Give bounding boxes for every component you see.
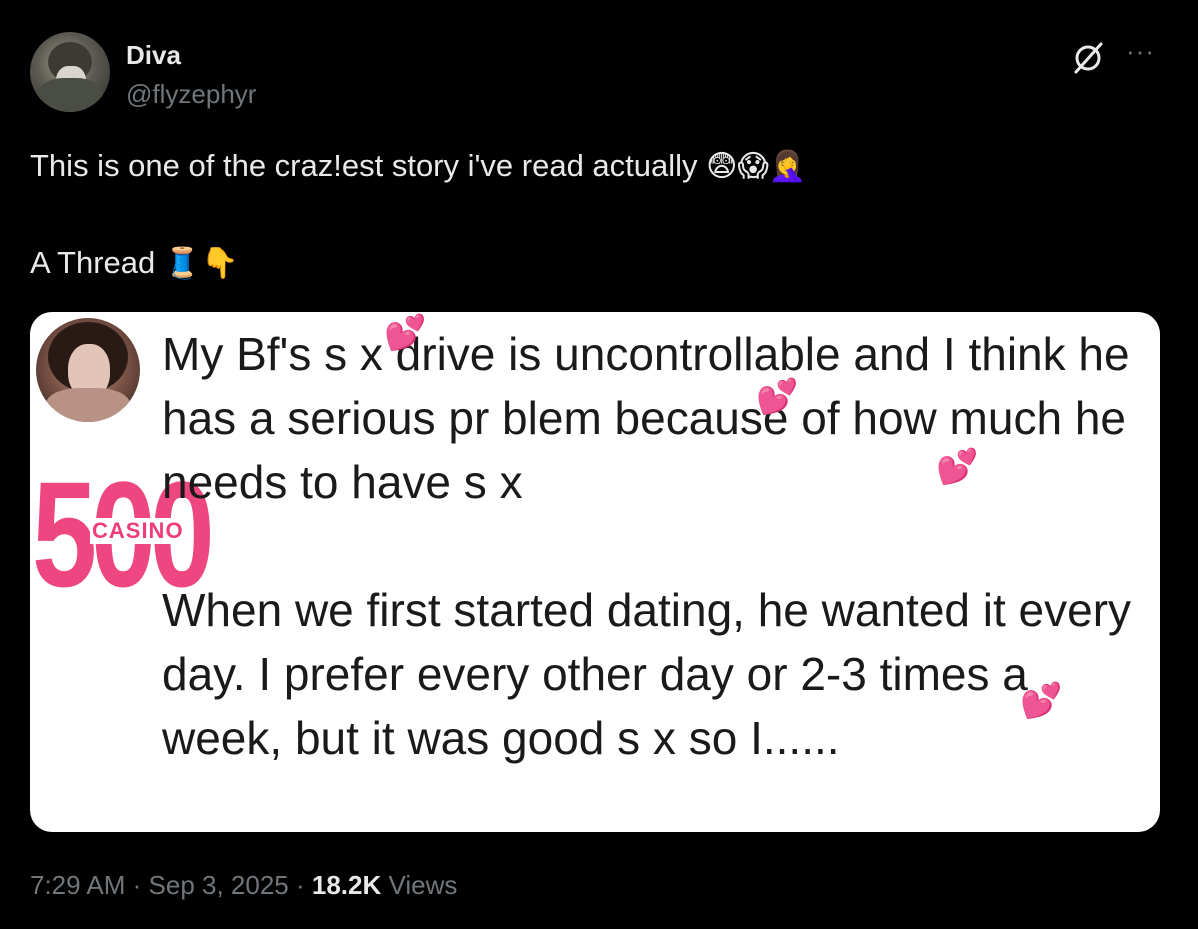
story-paragraph-1: My Bf's s x drive is uncontrollable and … — [162, 328, 1130, 508]
views-label: Views — [381, 870, 458, 900]
meta-separator: · — [288, 870, 312, 900]
heart-sticker-icon: 💕 — [756, 377, 799, 417]
views-count[interactable]: 18.2K — [312, 870, 381, 900]
story-author-avatar — [36, 318, 140, 422]
tweet-text-line2: A Thread — [30, 245, 156, 280]
post-time[interactable]: 7:29 AM — [30, 870, 125, 900]
tweet-line-1: This is one of the craz!est story i've r… — [30, 142, 1160, 191]
heart-sticker-icon: 💕 — [1020, 681, 1063, 721]
grok-icon[interactable] — [1070, 40, 1106, 76]
tweet-emojis-line1: 😨😱🤦‍♀️ — [706, 149, 807, 184]
tweet-line-2: A Thread 🧵👇 — [30, 239, 1160, 288]
more-options-icon[interactable]: ··· — [1126, 36, 1155, 67]
tweet-meta: 7:29 AM · Sep 3, 2025 · 18.2K Views — [30, 870, 457, 901]
author-name[interactable]: Diva — [126, 40, 181, 71]
story-paragraph-2: When we first started dating, he wanted … — [162, 584, 1132, 764]
author-handle[interactable]: @flyzephyr — [126, 79, 256, 110]
author-avatar[interactable] — [30, 32, 110, 112]
meta-separator: · — [125, 870, 149, 900]
post-date[interactable]: Sep 3, 2025 — [149, 870, 289, 900]
tweet-emojis-line2: 🧵👇 — [163, 246, 239, 281]
heart-sticker-icon: 💕 — [936, 447, 979, 487]
heart-sticker-icon: 💕 — [384, 313, 427, 353]
story-text: My Bf's s x drive is uncontrollable and … — [162, 322, 1152, 770]
tweet-text-line1: This is one of the craz!est story i've r… — [30, 148, 698, 183]
tweet-body: This is one of the craz!est story i've r… — [30, 142, 1160, 288]
tweet-image[interactable]: 500 CASINO My Bf's s x drive is uncontro… — [30, 312, 1160, 832]
tweet-header: Diva @flyzephyr ··· — [30, 32, 1168, 114]
